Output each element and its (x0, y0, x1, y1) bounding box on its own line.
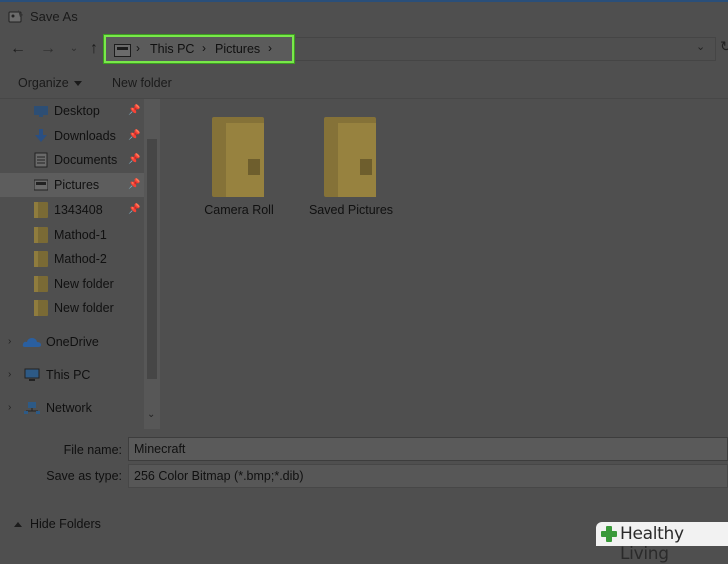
scrollbar-thumb[interactable] (147, 139, 157, 379)
sidebar-item-downloads[interactable]: Downloads 📌 (0, 124, 144, 148)
organize-button[interactable]: Organize (18, 76, 82, 90)
save-as-type-label: Save as type: (46, 469, 122, 483)
address-dropdown-icon[interactable]: ⌄ (696, 40, 705, 53)
sidebar-item-pictures[interactable]: Pictures 📌 (0, 173, 144, 197)
pictures-location-icon (114, 44, 131, 57)
network-icon (24, 402, 40, 414)
sidebar-item-label: New folder (54, 301, 114, 315)
sidebar-item-label: 1343408 (54, 203, 103, 217)
breadcrumb-separator-icon[interactable]: › (268, 41, 272, 55)
folder-label: Saved Pictures (308, 203, 394, 217)
dropdown-arrow-icon (73, 81, 82, 87)
window-title: Save As (30, 9, 78, 24)
folder-icon (324, 117, 376, 197)
pin-icon[interactable]: 📌 (128, 154, 140, 165)
up-arrow-icon[interactable]: ↑ (84, 39, 104, 59)
sidebar-item-documents[interactable]: Documents 📌 (0, 148, 144, 172)
sidebar-item-mathod-1[interactable]: Mathod-1 (0, 223, 144, 247)
folder-icon (34, 251, 48, 267)
collapse-caret-icon (14, 522, 22, 528)
sidebar-item-label: Network (46, 401, 92, 415)
watermark-logo: Healthy Living (596, 522, 728, 564)
sidebar-item-label: OneDrive (46, 335, 99, 349)
address-input-area[interactable] (296, 37, 716, 61)
sidebar-item-label: Documents (54, 153, 118, 167)
sidebar-item-desktop[interactable]: Desktop 📌 (0, 99, 144, 123)
recent-locations-chevron-icon[interactable]: ⌄ (64, 39, 84, 59)
organize-label: Organize (18, 76, 69, 90)
sidebar-item-onedrive[interactable]: › OneDrive (0, 330, 144, 354)
folder-label: Camera Roll (204, 203, 274, 217)
file-name-label: File name: (63, 443, 122, 457)
sidebar-item-label: New folder (54, 276, 114, 291)
breadcrumb-pictures[interactable]: Pictures (215, 42, 260, 56)
folder-icon (34, 275, 48, 292)
new-folder-button[interactable]: New folder (112, 76, 172, 90)
pin-icon[interactable]: 📌 (128, 204, 140, 215)
pin-icon[interactable]: 📌 (128, 130, 140, 141)
pictures-icon (34, 179, 48, 191)
hide-folders-label: Hide Folders (30, 517, 101, 531)
sidebar-scrollbar[interactable]: ⌄ (144, 99, 160, 429)
sidebar-item-1343408[interactable]: 1343408 📌 (0, 198, 144, 222)
back-arrow-icon[interactable]: ← (8, 39, 28, 59)
scroll-down-icon[interactable]: ⌄ (147, 409, 155, 420)
navigation-pane: Desktop 📌 Downloads 📌 Documents 📌 Pictur… (0, 99, 160, 429)
breadcrumb-this-pc[interactable]: This PC (150, 42, 194, 56)
folder-icon (34, 300, 48, 316)
expand-chevron-icon[interactable]: › (8, 336, 11, 347)
window-top-border (0, 0, 728, 2)
file-name-input[interactable]: Minecraft (128, 437, 728, 461)
command-toolbar: Organize New folder (0, 68, 728, 99)
breadcrumb-separator-icon[interactable]: › (202, 41, 206, 55)
computer-icon (24, 368, 40, 381)
cloud-icon (22, 338, 41, 347)
hide-folders-button[interactable]: Hide Folders (14, 517, 101, 531)
watermark-text: Healthy Living (620, 524, 684, 564)
folder-icon (34, 202, 48, 218)
pin-icon[interactable]: 📌 (128, 105, 140, 116)
sidebar-item-label: Mathod-1 (54, 227, 107, 242)
title-bar: Save As (0, 0, 728, 32)
sidebar-item-label: Desktop (54, 104, 100, 118)
forward-arrow-icon[interactable]: → (38, 39, 58, 59)
health-plus-icon (601, 526, 617, 542)
pin-icon[interactable]: 📌 (128, 179, 140, 190)
paint-app-icon (8, 10, 23, 23)
desktop-icon (34, 106, 48, 117)
sidebar-item-new-folder[interactable]: New folder (0, 272, 144, 296)
expand-chevron-icon[interactable]: › (8, 369, 11, 380)
expand-chevron-icon[interactable]: › (8, 402, 11, 413)
sidebar-item-mathod-2[interactable]: Mathod-2 (0, 247, 144, 271)
folder-icon (34, 226, 48, 243)
address-bar[interactable]: › This PC › Pictures › (104, 35, 294, 63)
sidebar-item-label: This PC (46, 368, 91, 382)
sidebar-item-new-folder-2[interactable]: New folder (0, 296, 144, 320)
sidebar-item-this-pc[interactable]: › This PC (0, 363, 144, 387)
sidebar-item-network[interactable]: › Network (0, 396, 144, 420)
breadcrumb-separator-icon[interactable]: › (136, 41, 140, 55)
sidebar-item-label: Mathod-2 (54, 252, 107, 266)
folder-icon (212, 117, 264, 197)
download-icon (35, 128, 47, 142)
file-list-pane: Camera Roll Saved Pictures (160, 99, 728, 429)
sidebar-item-label: Pictures (54, 178, 100, 192)
sidebar-item-label: Downloads (54, 128, 116, 143)
save-as-type-select[interactable]: 256 Color Bitmap (*.bmp;*.dib) (128, 464, 728, 488)
refresh-icon[interactable]: ↻ (720, 38, 728, 55)
documents-icon (34, 152, 48, 168)
